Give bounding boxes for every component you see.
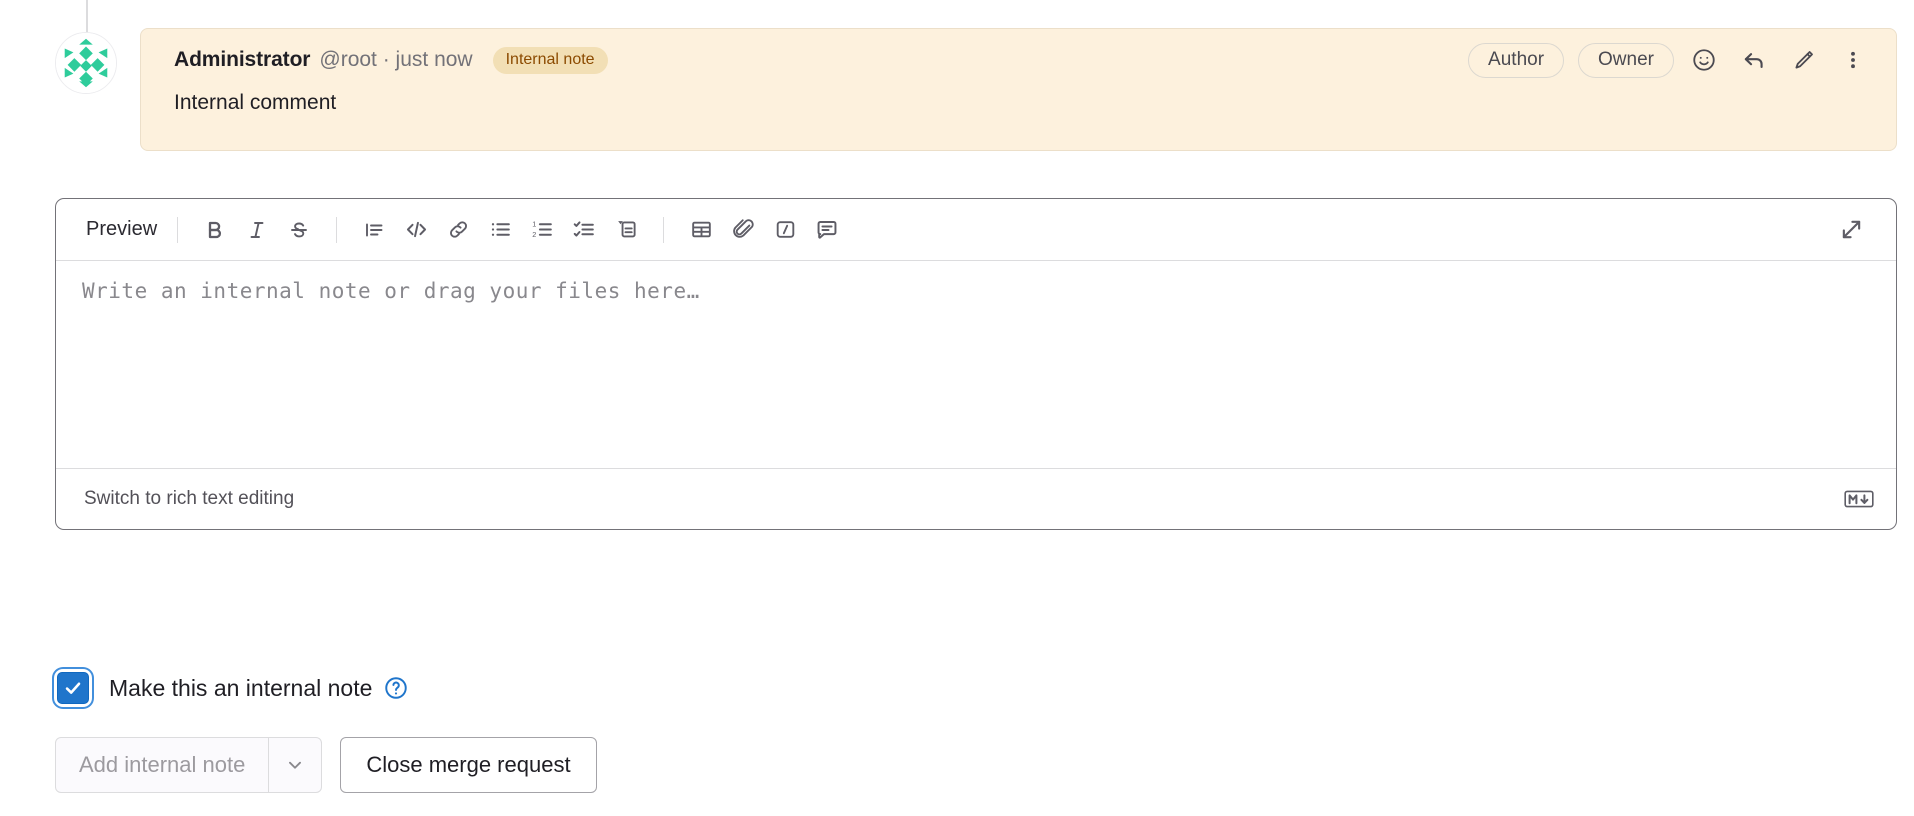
comment-template-icon[interactable] [806,209,848,251]
internal-note-checkbox-row[interactable]: Make this an internal note [55,672,409,704]
internal-note-badge: Internal note [493,47,608,74]
svg-text:1: 1 [532,220,536,229]
comment-textarea-placeholder: Write an internal note or drag your file… [82,279,1870,303]
note-author-handle-and-time: @root · just now [319,48,472,72]
table-icon[interactable] [680,209,722,251]
more-actions-kebab-icon[interactable] [1836,40,1870,80]
code-icon[interactable] [395,209,437,251]
editor-footer: Switch to rich text editing [56,468,1896,529]
internal-note-card: Administrator @root · just now Internal … [140,28,1897,151]
toolbar-divider [336,217,337,243]
svg-text:2: 2 [532,230,536,239]
author-pill: Author [1468,43,1564,78]
note-body-text: Internal comment [174,91,336,115]
reply-icon[interactable] [1734,40,1774,80]
bold-icon[interactable] [194,209,236,251]
switch-to-rich-text-button[interactable]: Switch to rich text editing [82,486,296,512]
note-author-name[interactable]: Administrator [174,48,310,72]
quick-actions-slash-icon[interactable] [764,209,806,251]
toolbar-divider [177,217,178,243]
comment-editor: Preview [55,198,1897,530]
quote-icon[interactable] [353,209,395,251]
comment-textarea[interactable]: Write an internal note or drag your file… [56,261,1896,469]
strikethrough-icon[interactable] [278,209,320,251]
task-list-icon[interactable] [563,209,605,251]
merge-request-comment-area: Administrator @root · just now Internal … [0,0,1914,816]
edit-pencil-icon[interactable] [1784,40,1824,80]
add-internal-note-split-button[interactable]: Add internal note [55,737,322,793]
add-internal-note-button[interactable]: Add internal note [56,738,268,792]
owner-pill: Owner [1578,43,1674,78]
editor-toolbar: Preview [56,199,1896,261]
comment-action-buttons: Add internal note Close merge request [55,737,597,793]
numbered-list-icon[interactable]: 1 2 [521,209,563,251]
comment-actions-chevron-down-icon[interactable] [269,738,321,792]
internal-note-checkbox-label: Make this an internal note [109,675,372,702]
toolbar-divider [663,217,664,243]
note-header: Administrator @root · just now Internal … [141,29,1896,91]
preview-toggle-button[interactable]: Preview [82,213,161,246]
add-reaction-icon[interactable] [1684,40,1724,80]
italic-icon[interactable] [236,209,278,251]
link-icon[interactable] [437,209,479,251]
markdown-logo-icon[interactable] [1844,489,1874,509]
close-merge-request-button[interactable]: Close merge request [340,737,596,793]
help-question-icon[interactable] [383,675,409,701]
bullet-list-icon[interactable] [479,209,521,251]
attach-file-icon[interactable] [722,209,764,251]
fullscreen-expand-icon[interactable] [1830,209,1872,251]
avatar[interactable] [55,32,117,94]
collapsible-section-icon[interactable] [605,209,647,251]
checkbox-box [57,672,89,704]
internal-note-checkbox[interactable] [57,672,89,704]
